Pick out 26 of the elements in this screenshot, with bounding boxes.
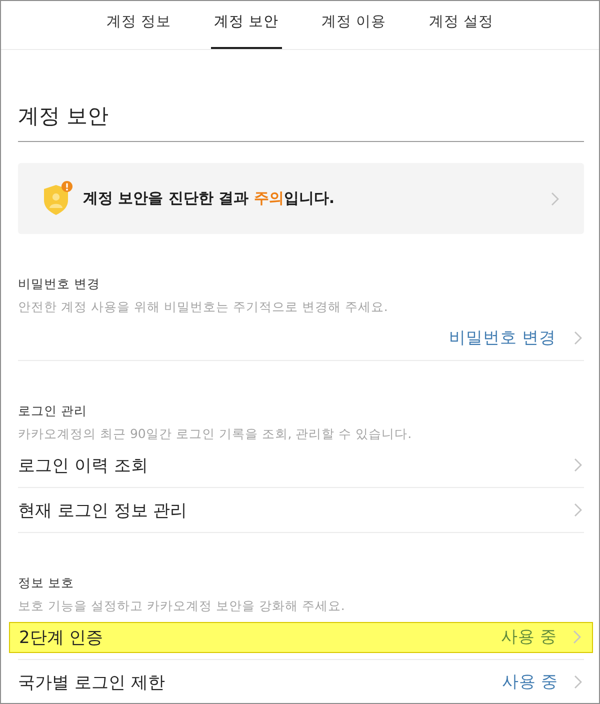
page-title: 계정 보안 [18, 102, 584, 142]
tab[interactable]: 계정 이용 [318, 1, 390, 49]
text-link[interactable]: 비밀번호 변경 [448, 327, 584, 349]
menu-row[interactable]: 2단계 인증 사용 중 [9, 622, 593, 652]
chevron-right-icon [551, 192, 559, 206]
section-heading: 비밀번호 변경 [18, 275, 101, 293]
section-heading: 로그인 관리 [18, 402, 88, 420]
chevron-right-icon [574, 458, 582, 472]
section-heading: 정보 보호 [18, 574, 75, 592]
chevron-right-icon [574, 503, 582, 517]
status-text: 사용 중 [502, 671, 558, 693]
section-description: 카카오계정의 최근 90일간 로그인 기록을 조회, 관리할 수 있습니다. [18, 425, 413, 443]
shield-alert-icon [42, 181, 73, 216]
tab[interactable]: 계정 정보 [103, 1, 174, 49]
chevron-right-icon [574, 331, 582, 345]
menu-row[interactable]: 로그인 이력 조회 [18, 443, 584, 487]
tab[interactable]: 계정 보안 [210, 1, 282, 49]
chevron-right-icon [574, 675, 582, 689]
menu-row[interactable]: 국가별 로그인 제한 사용 중 [18, 660, 584, 703]
menu-row[interactable]: 현재 로그인 정보 관리 [18, 488, 584, 532]
tab[interactable]: 계정 설정 [426, 1, 497, 49]
chevron-right-icon [573, 630, 581, 644]
alert-card[interactable]: 계정 보안을 진단한 결과 주의입니다. [18, 163, 584, 234]
section-description: 보호 기능을 설정하고 카카오계정 보안을 강화해 주세요. [18, 597, 346, 615]
status-text: 사용 중 [500, 626, 557, 648]
section-description: 안전한 계정 사용을 위해 비밀번호는 주기적으로 변경해 주세요. [18, 298, 389, 316]
